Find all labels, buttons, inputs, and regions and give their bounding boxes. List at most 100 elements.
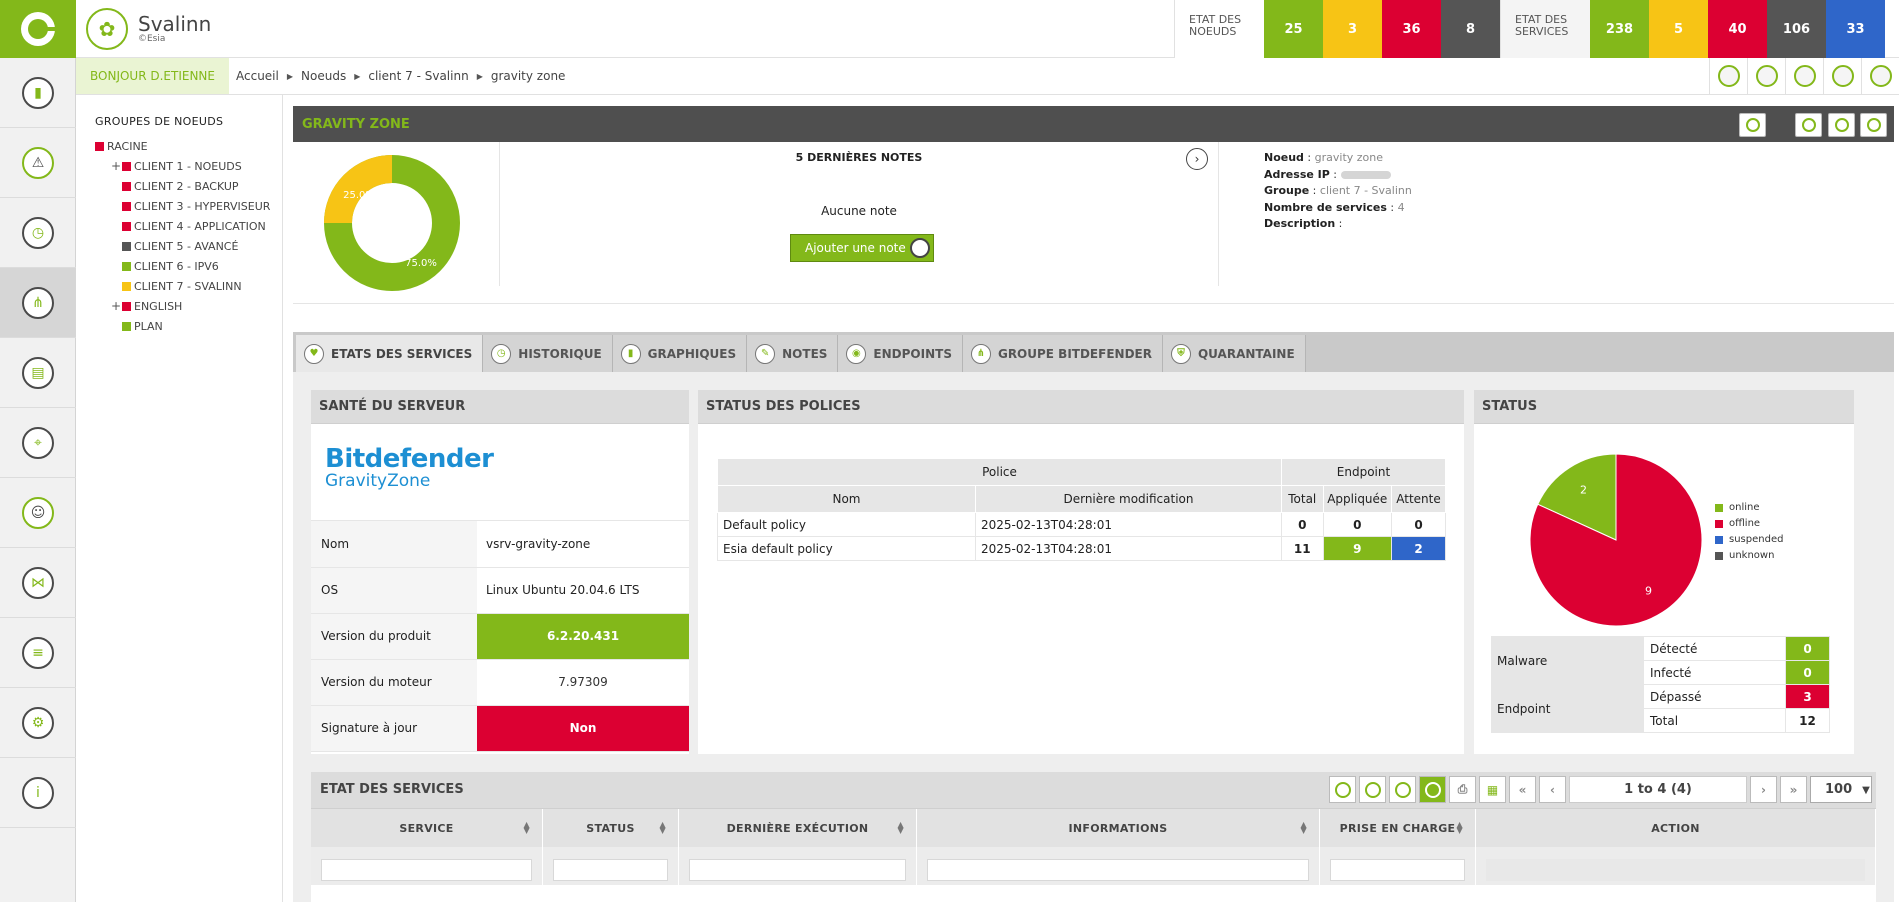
information-filter-input[interactable]	[927, 859, 1309, 881]
tab-services-states[interactable]: ♥ ETATS DES SERVICES	[296, 335, 484, 372]
tree-node-client3[interactable]: CLIENT 3 - HYPERVISEUR	[95, 196, 282, 216]
tree-node-label: RACINE	[107, 139, 148, 153]
service-count-unknown[interactable]: 106	[1767, 0, 1826, 58]
add-note-button[interactable]: Ajouter une note	[790, 234, 934, 262]
sort-icon: ▲ ▼	[659, 820, 666, 835]
prev-page-button[interactable]: ‹	[1539, 776, 1566, 803]
info-nav[interactable]: i	[0, 758, 76, 828]
last-run-filter-input[interactable]	[689, 859, 906, 881]
logout-button[interactable]	[1861, 58, 1899, 94]
search-button[interactable]	[1785, 58, 1823, 94]
node-count-warning[interactable]: 3	[1323, 0, 1382, 58]
tree-node-english[interactable]: + ENGLISH	[95, 296, 282, 316]
rss-button[interactable]	[1747, 58, 1785, 94]
node-count-unknown[interactable]: 8	[1441, 0, 1500, 58]
history-nav[interactable]: ◷	[0, 198, 76, 268]
service-filter-input[interactable]	[321, 859, 532, 881]
status-square	[122, 221, 131, 231]
users-nav[interactable]: ☺	[0, 478, 76, 548]
tree-node-client2[interactable]: CLIENT 2 - BACKUP	[95, 176, 282, 196]
refresh-button[interactable]	[1795, 113, 1822, 137]
acknowledged-filter-input[interactable]	[1330, 859, 1465, 881]
bitdefender-logo: Bitdefender GravityZone	[311, 424, 689, 521]
info-node-key: Noeud	[1264, 151, 1304, 164]
alerts-nav[interactable]: ⚠	[0, 128, 76, 198]
tree-node-label: CLIENT 3 - HYPERVISEUR	[134, 199, 271, 213]
hide-button[interactable]	[1860, 113, 1887, 137]
chevron-right-icon: ▶	[476, 71, 483, 81]
node-detail: GRAVITY ZONE 75.0% 25.0% 5 DERNIÈRES NOT…	[293, 106, 1894, 902]
filter-history-button[interactable]	[1359, 776, 1386, 803]
tab-notes[interactable]: ✎ NOTES	[747, 335, 839, 372]
expand-icon[interactable]: +	[110, 159, 122, 173]
tree-node-client7[interactable]: CLIENT 7 - SVALINN	[95, 276, 282, 296]
help-button[interactable]	[1823, 58, 1861, 94]
status-square	[122, 261, 131, 271]
user-profile-button[interactable]	[1709, 58, 1747, 94]
expand-icon[interactable]: +	[110, 299, 122, 313]
tab-history[interactable]: ◷ HISTORIQUE	[483, 335, 613, 372]
filter-cell	[917, 847, 1320, 885]
tab-quarantine[interactable]: ⛨ QUARANTAINE	[1162, 335, 1306, 372]
notes-next-button[interactable]: ›	[1186, 148, 1208, 170]
tree-node-client6[interactable]: CLIENT 6 - IPV6	[95, 256, 282, 276]
tree-node-client1[interactable]: + CLIENT 1 - NOEUDS	[95, 156, 282, 176]
group-header-police: Police	[717, 458, 1282, 486]
first-page-button[interactable]: «	[1509, 776, 1536, 803]
breadcrumb-nodes[interactable]: Noeuds	[301, 69, 346, 83]
esia-logo[interactable]	[0, 0, 76, 58]
last-page-button[interactable]: »	[1780, 776, 1807, 803]
nodes-nav[interactable]: ⋔	[0, 268, 76, 338]
columns-button[interactable]: ▦	[1479, 776, 1506, 803]
node-count-critical[interactable]: 36	[1382, 0, 1441, 58]
column-headers: SERVICE ▲ ▼ STATUS ▲ ▼ DERNIÈRE EXÉCUTION ▲ ▼ …	[311, 808, 1876, 848]
dashboard-nav[interactable]: ▮	[0, 58, 76, 128]
filter-hidden-button[interactable]	[1389, 776, 1416, 803]
print-button[interactable]: ⎙	[1449, 776, 1476, 803]
breadcrumb-group[interactable]: client 7 - Svalinn	[368, 69, 468, 83]
table-row: Malware Détecté 0	[1491, 636, 1830, 685]
tree-node-client5[interactable]: CLIENT 5 - AVANCÉ	[95, 236, 282, 256]
service-state-label: ETAT DES SERVICES	[1500, 0, 1590, 58]
filter-alerts-button[interactable]	[1329, 776, 1356, 803]
filter-toggle-button[interactable]	[1419, 776, 1446, 803]
service-count-critical[interactable]: 40	[1708, 0, 1767, 58]
chart-icon: ▮	[22, 76, 54, 109]
network-nav[interactable]: ⌖	[0, 408, 76, 478]
tab-endpoints[interactable]: ◉ ENDPOINTS	[838, 335, 963, 372]
tree-node-client4[interactable]: CLIENT 4 - APPLICATION	[95, 216, 282, 236]
col-information[interactable]: INFORMATIONS ▲ ▼	[917, 809, 1320, 848]
reports-nav[interactable]: ▤	[0, 338, 76, 408]
brand[interactable]: ✿ Svalinn ©Esia	[86, 8, 211, 50]
action-filter-placeholder	[1486, 859, 1865, 881]
col-service[interactable]: SERVICE ▲ ▼	[311, 809, 543, 848]
col-acknowledged[interactable]: PRISE EN CHARGE ▲ ▼	[1320, 809, 1476, 848]
gravityzone-brand: GravityZone	[325, 471, 431, 491]
tab-graphs[interactable]: ▮ GRAPHIQUES	[612, 335, 748, 372]
node-count-ok[interactable]: 25	[1264, 0, 1323, 58]
notes-empty: Aucune note	[821, 204, 897, 218]
status-filter-input[interactable]	[553, 859, 668, 881]
col-last-run[interactable]: DERNIÈRE EXÉCUTION ▲ ▼	[679, 809, 917, 848]
tree-node-plan[interactable]: PLAN	[95, 316, 282, 336]
page-size-select[interactable]: 100 ▼	[1810, 776, 1872, 803]
settings-nav[interactable]: ⚙	[0, 688, 76, 758]
edit-button[interactable]	[1828, 113, 1855, 137]
breadcrumb-home[interactable]: Accueil	[236, 69, 279, 83]
col-status[interactable]: STATUS ▲ ▼	[543, 809, 679, 848]
topology-nav[interactable]: ⋈	[0, 548, 76, 618]
tab-bitdefender-group[interactable]: ⋔ GROUPE BITDEFENDER	[962, 335, 1163, 372]
layers-nav[interactable]: ≡	[0, 618, 76, 688]
service-count-ok[interactable]: 238	[1590, 0, 1649, 58]
service-count-warning[interactable]: 5	[1649, 0, 1708, 58]
policy-date: 2025-02-13T04:28:01	[975, 512, 1282, 537]
node-status-donut: 75.0% 25.0%	[324, 155, 460, 291]
next-page-button[interactable]: ›	[1750, 776, 1777, 803]
service-count-pending[interactable]: 33	[1826, 0, 1885, 58]
legend-item: unknown	[1715, 548, 1783, 564]
tree-node-root[interactable]: RACINE	[95, 136, 282, 156]
chart-icon: ▮	[620, 343, 641, 364]
row-value: 7.97309	[477, 659, 689, 706]
services-state-table: ETAT DES SERVICES ⎙ ▦ « ‹ 1 to 4 (4) › »…	[311, 772, 1876, 902]
display-button[interactable]	[1739, 113, 1766, 137]
